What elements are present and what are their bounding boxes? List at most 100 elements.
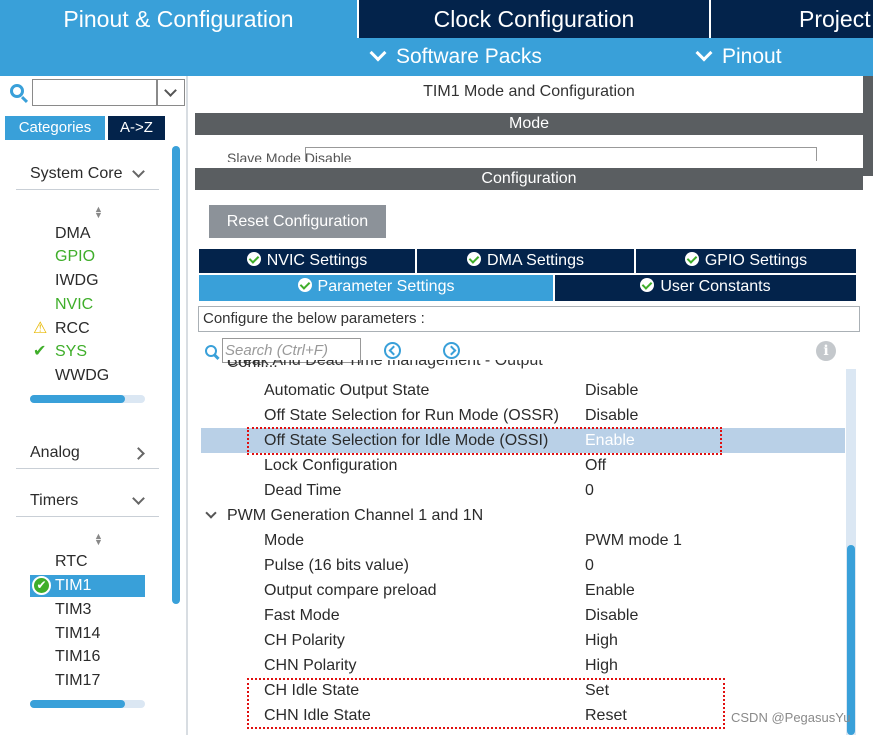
param-row[interactable]: CHN Polarity High xyxy=(201,653,845,678)
info-icon[interactable]: i xyxy=(816,341,836,361)
horizontal-scrollbar[interactable] xyxy=(30,395,145,403)
param-row[interactable]: Automatic Output State Disable xyxy=(201,378,845,403)
chevron-down-icon xyxy=(132,165,145,178)
param-value[interactable]: High xyxy=(585,653,618,678)
category-analog[interactable]: Analog xyxy=(16,439,159,469)
list-item-rtc[interactable]: RTC xyxy=(55,551,88,573)
search-dropdown-button[interactable] xyxy=(157,79,185,106)
search-icon xyxy=(10,84,24,98)
configure-label: Configure the below parameters : xyxy=(198,306,860,332)
check-circle-icon: ✔ xyxy=(32,574,51,596)
list-item-gpio[interactable]: GPIO xyxy=(55,246,95,268)
software-packs-menu[interactable]: Software Packs xyxy=(369,38,542,76)
param-row[interactable]: Off State Selection for Run Mode (OSSR) D… xyxy=(201,403,845,428)
param-row[interactable]: Mode PWM mode 1 xyxy=(201,528,845,553)
param-value[interactable]: Disable xyxy=(585,603,638,628)
param-value[interactable]: Disable xyxy=(585,403,638,428)
param-name: Fast Mode xyxy=(264,607,340,624)
main-config-panel: TIM1 Mode and Configuration Mode Slave M… xyxy=(195,76,873,735)
list-item-dma[interactable]: DMA xyxy=(55,223,91,245)
next-match-icon[interactable] xyxy=(443,342,460,359)
param-value[interactable]: 0 xyxy=(585,553,594,578)
reset-configuration-button[interactable]: Reset Configuration xyxy=(209,205,386,238)
parameter-scrollbar[interactable] xyxy=(846,369,856,735)
category-timers[interactable]: Timers xyxy=(16,487,159,517)
sort-icon[interactable]: ▲ ▼ xyxy=(94,532,103,547)
tab-label: Parameter Settings xyxy=(317,278,455,295)
param-row[interactable]: Output compare preload Enable xyxy=(201,578,845,603)
chevron-down-icon xyxy=(164,84,177,97)
check-circle-icon xyxy=(467,252,482,266)
param-row[interactable]: Fast Mode Disable xyxy=(201,603,845,628)
tab-nvic-settings[interactable]: NVIC Settings xyxy=(199,249,415,273)
param-value[interactable]: High xyxy=(585,628,618,653)
pinout-menu[interactable]: Pinout xyxy=(695,38,782,76)
slave-mode-select[interactable] xyxy=(305,147,817,161)
tab-label: User Constants xyxy=(660,278,771,295)
previous-match-icon[interactable] xyxy=(384,342,401,359)
tab-gpio-settings[interactable]: GPIO Settings xyxy=(636,249,856,273)
param-name: Automatic Output State xyxy=(264,382,430,399)
page-title: TIM1 Mode and Configuration xyxy=(423,83,635,100)
left-scrollbar[interactable] xyxy=(172,146,180,604)
category-label: System Core xyxy=(30,165,123,182)
category-system-core[interactable]: System Core xyxy=(16,160,159,190)
param-value[interactable]: Disable xyxy=(585,378,638,403)
param-name: Off State Selection for Run Mode (OSSR) xyxy=(264,407,559,424)
check-circle-icon xyxy=(640,278,655,292)
splitter-handle[interactable] xyxy=(863,76,873,176)
tab-user-constants[interactable]: User Constants xyxy=(555,275,856,301)
param-row[interactable]: Dead Time 0 xyxy=(201,478,845,503)
category-label: Timers xyxy=(30,492,79,509)
top-tab-bar: Pinout & Configuration Clock Configurati… xyxy=(0,0,873,38)
search-input[interactable] xyxy=(32,79,157,106)
sort-icon[interactable]: ▲ ▼ xyxy=(94,205,103,220)
param-value[interactable]: 0 xyxy=(585,478,594,503)
scrollbar-thumb[interactable] xyxy=(847,545,855,735)
param-name: Dead Time xyxy=(264,482,342,499)
param-value[interactable]: PWM mode 1 xyxy=(585,528,682,553)
group-header-break-dead-time[interactable]: Break And Dead Time management - Output … xyxy=(227,360,587,371)
check-circle-icon xyxy=(684,252,699,266)
tim1-label: TIM1 xyxy=(55,577,92,594)
list-item-iwdg[interactable]: IWDG xyxy=(55,270,99,292)
left-category-panel: Categories A->Z System Core ▲ ▼ DMA GPIO … xyxy=(0,76,188,735)
list-item-nvic[interactable]: NVIC xyxy=(55,294,93,316)
checkmark-icon: ✔ xyxy=(33,343,47,360)
tab-dma-settings[interactable]: DMA Settings xyxy=(417,249,634,273)
group-header-pwm[interactable]: PWM Generation Channel 1 and 1N xyxy=(201,503,845,528)
chevron-down-icon xyxy=(695,44,713,62)
horizontal-scrollbar[interactable] xyxy=(30,700,145,708)
list-item-tim17[interactable]: TIM17 xyxy=(55,670,100,692)
param-row[interactable]: Pulse (16 bits value) 0 xyxy=(201,553,845,578)
tab-project-manager[interactable]: Project xyxy=(709,0,873,38)
tab-parameter-settings[interactable]: Parameter Settings xyxy=(199,275,553,301)
list-item-tim16[interactable]: TIM16 xyxy=(55,646,100,668)
pinout-label: Pinout xyxy=(722,45,782,68)
list-item-wwdg[interactable]: WWDG xyxy=(55,365,109,387)
param-name: CHN Polarity xyxy=(264,657,357,674)
tab-clock-configuration[interactable]: Clock Configuration xyxy=(357,0,709,38)
param-row[interactable]: CH Polarity High xyxy=(201,628,845,653)
configuration-header[interactable]: Configuration xyxy=(195,168,863,190)
param-name: Pulse (16 bits value) xyxy=(264,557,409,574)
list-item-tim14[interactable]: TIM14 xyxy=(55,623,100,645)
chevron-down-icon xyxy=(369,44,387,62)
param-value[interactable]: Off xyxy=(585,453,606,478)
param-name: Mode xyxy=(264,532,305,549)
param-value[interactable]: Enable xyxy=(585,578,635,603)
list-item-sys[interactable]: SYS xyxy=(55,341,87,363)
list-item-rcc[interactable]: RCC xyxy=(55,318,90,340)
list-item-tim3[interactable]: TIM3 xyxy=(55,599,91,621)
scrollbar-thumb[interactable] xyxy=(30,700,125,708)
param-row[interactable]: Lock Configuration Off xyxy=(201,453,845,478)
software-packs-label: Software Packs xyxy=(396,45,542,68)
tab-categories[interactable]: Categories xyxy=(5,116,105,140)
mode-header[interactable]: Mode xyxy=(195,113,863,135)
tab-label: DMA Settings xyxy=(487,252,584,269)
tab-label: NVIC Settings xyxy=(266,252,368,269)
tab-a-z[interactable]: A->Z xyxy=(108,116,165,140)
tab-pinout-configuration[interactable]: Pinout & Configuration xyxy=(0,0,357,38)
scrollbar-thumb[interactable] xyxy=(30,395,125,403)
group-label: PWM Generation Channel 1 and 1N xyxy=(227,507,484,524)
